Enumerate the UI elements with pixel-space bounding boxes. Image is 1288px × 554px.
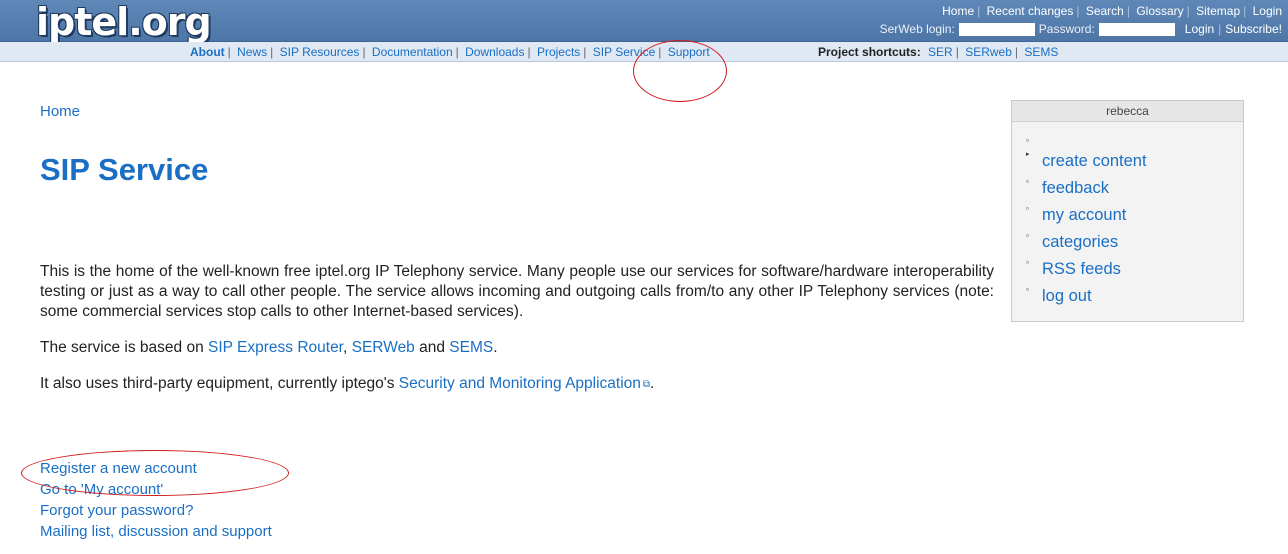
based-on-paragraph: The service is based on SIP Express Rout… xyxy=(40,339,498,356)
top-link-sitemap[interactable]: Sitemap xyxy=(1196,4,1240,18)
sidebar-username: rebecca xyxy=(1012,101,1243,122)
project-shortcuts-label: Project shortcuts: xyxy=(818,45,921,59)
login-form: SerWeb login: Password: Login | Subscrib… xyxy=(879,22,1282,36)
breadcrumb[interactable]: Home xyxy=(40,103,80,120)
nav-item-projects[interactable]: Projects xyxy=(537,45,580,59)
login-button[interactable]: Login xyxy=(1185,22,1214,36)
shortcut-sems[interactable]: SEMS xyxy=(1024,45,1058,59)
serweb-login-label: SerWeb login: xyxy=(879,22,955,36)
bullet-icon: ▫ xyxy=(1026,285,1029,294)
password-input[interactable] xyxy=(1098,22,1175,36)
third-party-paragraph: It also uses third-party equipment, curr… xyxy=(40,375,655,392)
sidebar-item-create-content[interactable]: ▸ create content xyxy=(1026,148,1243,175)
nav-item-sip-service[interactable]: SIP Service xyxy=(593,45,655,59)
site-header: iptel.org Home | Recent changes | Search | … xyxy=(0,0,1288,62)
nav-item-news[interactable]: News xyxy=(237,45,267,59)
top-link-glossary[interactable]: Glossary xyxy=(1136,4,1183,18)
external-link-icon: ⧉ xyxy=(642,379,651,390)
page-title: SIP Service xyxy=(40,152,209,187)
sidebar-item-feedback[interactable]: ▫ feedback xyxy=(1026,175,1243,202)
shortcut-serweb[interactable]: SERweb xyxy=(965,45,1012,59)
nav-item-about[interactable]: About xyxy=(190,45,225,59)
password-label: Password: xyxy=(1038,22,1095,36)
nav-primary: About | News | SIP Resources | Documentatio… xyxy=(190,45,710,59)
main-nav: About | News | SIP Resources | Documentatio… xyxy=(0,42,1288,62)
nav-item-documentation[interactable]: Documentation xyxy=(372,45,453,59)
bullet-icon: ▫ xyxy=(1026,258,1029,267)
nav-item-support[interactable]: Support xyxy=(668,45,710,59)
user-menu: ▫ ▸ create content ▫ feedback ▫ my account … xyxy=(1012,122,1243,310)
bullet-icon: ▫ xyxy=(1026,136,1029,145)
top-link-login[interactable]: Login xyxy=(1253,4,1282,18)
my-account-link[interactable]: Go to 'My account' xyxy=(40,481,163,498)
account-links: Register a new account Go to 'My account… xyxy=(40,458,272,542)
bullet-icon: ▫ xyxy=(1026,204,1029,213)
user-sidebar: rebecca ▫ ▸ create content ▫ feedback ▫ my … xyxy=(1011,100,1244,322)
top-bar: iptel.org Home | Recent changes | Search | … xyxy=(0,0,1288,44)
link-sems[interactable]: SEMS xyxy=(449,339,493,356)
site-logo[interactable]: iptel.org xyxy=(36,0,212,44)
serweb-login-input[interactable] xyxy=(958,22,1035,36)
bullet-icon: ▫ xyxy=(1026,231,1029,240)
link-sip-express-router[interactable]: SIP Express Router xyxy=(208,339,343,356)
mailing-list-link[interactable]: Mailing list, discussion and support xyxy=(40,523,272,540)
sidebar-item-my-account[interactable]: ▫ my account xyxy=(1026,202,1243,229)
shortcut-ser[interactable]: SER xyxy=(928,45,953,59)
project-shortcuts: Project shortcuts: SER | SERweb | SEMS xyxy=(818,45,1059,59)
intro-paragraph: This is the home of the well-known free … xyxy=(40,263,994,320)
nav-item-sip-resources[interactable]: SIP Resources xyxy=(280,45,360,59)
link-security-monitoring-app[interactable]: Security and Monitoring Application xyxy=(399,375,641,392)
top-links: Home | Recent changes | Search | Glossary | … xyxy=(942,4,1282,18)
bullet-icon: ▫ xyxy=(1026,177,1029,186)
sidebar-item-categories[interactable]: ▫ categories xyxy=(1026,229,1243,256)
top-link-home[interactable]: Home xyxy=(942,4,974,18)
sidebar-item-rss-feeds[interactable]: ▫ RSS feeds xyxy=(1026,256,1243,283)
nav-item-downloads[interactable]: Downloads xyxy=(465,45,524,59)
top-link-recent-changes[interactable]: Recent changes xyxy=(987,4,1074,18)
sidebar-empty-item: ▫ xyxy=(1026,134,1243,148)
register-account-link[interactable]: Register a new account xyxy=(40,460,197,477)
sidebar-item-log-out[interactable]: ▫ log out xyxy=(1026,283,1243,310)
main-content: This is the home of the well-known free … xyxy=(40,262,994,411)
top-link-search[interactable]: Search xyxy=(1086,4,1124,18)
link-serweb[interactable]: SERWeb xyxy=(352,339,415,356)
subscribe-link[interactable]: Subscribe! xyxy=(1225,22,1282,36)
triangle-bullet-icon: ▸ xyxy=(1026,151,1030,158)
forgot-password-link[interactable]: Forgot your password? xyxy=(40,502,193,519)
